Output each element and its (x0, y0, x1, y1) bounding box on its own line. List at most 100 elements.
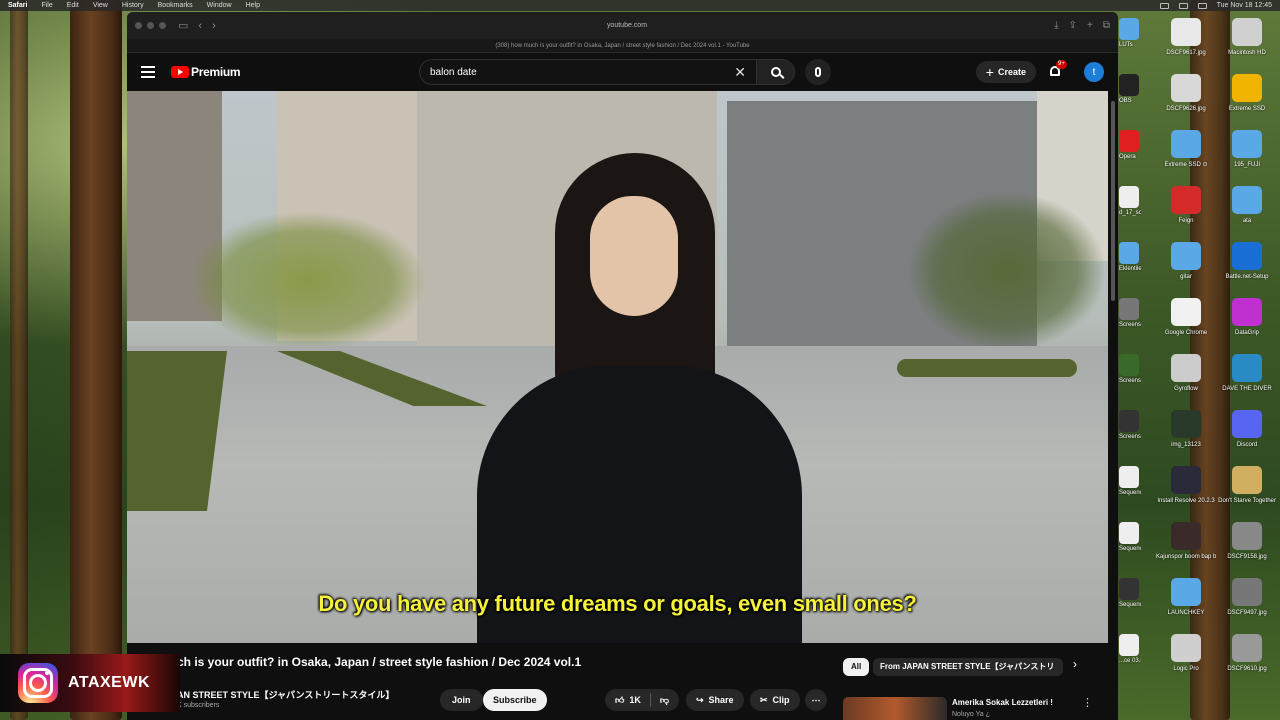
desktop-icon-eklentiler[interactable]: Eklentiler (1119, 242, 1141, 272)
desktop-icon-ce-03-mp3[interactable]: ...ce 03.mp3 (1119, 634, 1141, 664)
desktop-icon-195-fuji[interactable]: 195_FUJI (1217, 130, 1277, 169)
new-tab-icon[interactable]: + (1087, 20, 1093, 31)
avatar[interactable]: t (1084, 62, 1104, 82)
menu-bookmarks[interactable]: Bookmarks (158, 0, 193, 11)
voice-search-button[interactable] (805, 59, 831, 85)
desktop-icon-dscf9610-jpg[interactable]: DSCF9610.jpg (1217, 634, 1277, 673)
menu-file[interactable]: File (41, 0, 52, 11)
menubar-clock[interactable]: Tue Nov 18 12:45 (1217, 0, 1272, 11)
desktop-icon-feign[interactable]: Feign (1156, 186, 1216, 225)
chip-all[interactable]: All (843, 658, 870, 676)
desktop-icon-gitar[interactable]: gitar (1156, 242, 1216, 281)
minimize-window-button[interactable] (147, 22, 154, 29)
desktop-icon-sequence-003-dpx[interactable]: Sequence ...003.dpx (1119, 578, 1141, 608)
desktop-icon-google-chrome[interactable]: Google Chrome (1156, 298, 1216, 337)
file-icon (1119, 18, 1139, 40)
scrollbar-thumb[interactable] (1111, 101, 1115, 301)
desktop-icon-screenshot-22-37-09[interactable]: Screenshot ...22.37.09 (1119, 298, 1141, 328)
desktop-icon-discord[interactable]: Discord (1217, 410, 1277, 449)
more-actions-button[interactable]: ⋯ (805, 689, 827, 711)
search-input[interactable]: balon date ✕ (419, 59, 757, 85)
desktop-icon-label: Feign (1178, 218, 1194, 224)
page-scrollbar[interactable] (1108, 91, 1118, 643)
desktop-icon-opera[interactable]: Opera (1119, 130, 1141, 160)
desktop-icon-logic-pro[interactable]: Logic Pro (1156, 634, 1216, 673)
microphone-icon (815, 67, 821, 77)
desktop-icon-label: Google Chrome (1164, 330, 1208, 336)
file-icon (1232, 298, 1262, 326)
youtube-logo[interactable]: Premium (171, 65, 241, 79)
desktop-icon-screenshot-14-47-54[interactable]: Screenshot ...14.47.54 (1119, 410, 1141, 440)
desktop-icon-extreme-ssd[interactable]: Extreme SSD (1217, 74, 1277, 113)
desktop-icon-dscf9617-jpg[interactable]: DSCF9617.jpg (1156, 18, 1216, 57)
video-title: ch is your outfit? in Osaka, Japan / str… (177, 655, 582, 669)
clear-search-icon[interactable]: ✕ (734, 64, 746, 81)
share-button[interactable]: ↪ Share (686, 689, 744, 711)
download-icon[interactable]: ⤓ (1054, 20, 1058, 31)
notifications-button[interactable]: 9+ (1048, 60, 1067, 79)
file-icon (1119, 298, 1139, 320)
kebab-menu-icon[interactable]: ⋮ (1082, 696, 1093, 709)
menu-window[interactable]: Window (207, 0, 232, 11)
subscribe-button[interactable]: Subscribe (483, 689, 547, 711)
desktop-icon-dscf9158-jpg[interactable]: DSCF9158.jpg (1217, 522, 1277, 561)
desktop-icon-img-13123[interactable]: img_13123 (1156, 410, 1216, 449)
close-window-button[interactable] (135, 22, 142, 29)
desktop-icon-dave-the-diver[interactable]: DAVE THE DIVER (1217, 354, 1277, 393)
desktop-icon-battle-net-setup[interactable]: Battle.net-Setup (1217, 242, 1277, 281)
join-button[interactable]: Join (440, 689, 483, 711)
recommended-title[interactable]: Amerika Sokak Lezzetleri ! (952, 698, 1053, 707)
zoom-window-button[interactable] (159, 22, 166, 29)
file-icon (1232, 466, 1262, 494)
channel-name[interactable]: AN STREET STYLE【ジャパンストリートスタイル】 (177, 688, 394, 701)
menu-view[interactable]: View (93, 0, 108, 11)
desktop-icon-install-resolve-20-2-3[interactable]: Install Resolve 20.2.3 (1156, 466, 1216, 505)
menu-edit[interactable]: Edit (67, 0, 79, 11)
file-icon (1232, 578, 1262, 606)
tab-bar[interactable]: (308) how much is your outfit? in Osaka,… (127, 39, 1118, 53)
menu-help[interactable]: Help (246, 0, 260, 11)
desktop-icon-luts[interactable]: LUTs (1119, 18, 1141, 48)
desktop-icon-datagrip[interactable]: DataGrip (1217, 298, 1277, 337)
wifi-icon[interactable] (1178, 2, 1188, 9)
menu-app-name[interactable]: Safari (8, 0, 27, 11)
desktop-icon-obs[interactable]: OBS (1119, 74, 1141, 104)
menu-history[interactable]: History (122, 0, 144, 11)
thumbs-up-icon[interactable]: 👍︎ (615, 689, 624, 711)
desktop-icon-ata[interactable]: ata (1217, 186, 1277, 225)
desktop-icon-kajunspor-boom-bap-beat-mp4[interactable]: Kajunspor boom bap beat.mp4 (1156, 522, 1216, 561)
desktop-icon-d-17-songs-dm-wav[interactable]: d_17_songs...dm.wav (1119, 186, 1141, 216)
menu-icon[interactable] (141, 66, 155, 78)
clip-button[interactable]: ✂ Clip (750, 689, 800, 711)
desktop-icon-dscf9497-jpg[interactable]: DSCF9497.jpg (1217, 578, 1277, 617)
share-icon[interactable]: ⇪ (1069, 20, 1077, 31)
back-icon[interactable]: ‹ (198, 20, 202, 32)
recommended-channel[interactable]: Noluyo Ya ¿ (952, 711, 990, 718)
chevron-right-icon[interactable]: › (1073, 657, 1077, 671)
desktop-icon-don-t-starve-together[interactable]: Don't Starve Together (1217, 466, 1277, 505)
like-count[interactable]: 1K (629, 689, 641, 711)
desktop-icon-gyroflow[interactable]: Gyroflow (1156, 354, 1216, 393)
desktop-icon-macintosh-hd[interactable]: Macintosh HD (1217, 18, 1277, 57)
create-button[interactable]: + Create (975, 61, 1036, 83)
thumbs-down-icon[interactable]: 👎︎ (660, 689, 669, 711)
control-center-icon[interactable] (1197, 2, 1207, 9)
file-icon (1119, 410, 1139, 432)
desktop-icon-screenshot-06-56-42[interactable]: Screenshot ...06.56.42 (1119, 354, 1141, 384)
address-bar[interactable]: youtube.com (417, 18, 837, 34)
tab-title[interactable]: (308) how much is your outfit? in Osaka,… (495, 43, 749, 49)
forward-icon[interactable]: › (212, 20, 216, 32)
recommended-thumbnail[interactable] (843, 697, 947, 720)
desktop-icon-dscf9626-jpg[interactable]: DSCF9626.jpg (1156, 74, 1216, 113)
tab-overview-icon[interactable]: ⧉ (1103, 20, 1110, 31)
battery-icon[interactable] (1159, 2, 1169, 9)
chip-from-channel[interactable]: From JAPAN STREET STYLE【ジャパンストリ (873, 658, 1063, 676)
share-label: Share (708, 695, 734, 705)
desktop-icon-sequence-002-dpx[interactable]: Sequence ...002.dpx (1119, 466, 1141, 496)
video-player[interactable]: Do you have any future dreams or goals, … (127, 91, 1108, 643)
search-button[interactable] (757, 59, 795, 85)
desktop-icon-sequence-dpx-xmp[interactable]: Sequence ...dpx.xmp (1119, 522, 1141, 552)
sidebar-toggle-icon[interactable]: ▭ (178, 19, 188, 32)
desktop-icon-extreme-ssd[interactable]: Extreme SSD ⊙ (1156, 130, 1216, 169)
desktop-icon-launchkey[interactable]: LAUNCHKEY (1156, 578, 1216, 617)
